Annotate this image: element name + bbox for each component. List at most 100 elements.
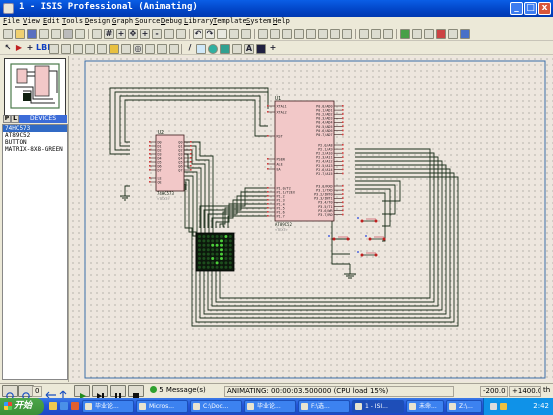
menu-system[interactable]: System xyxy=(246,17,271,25)
text-icon[interactable]: A xyxy=(244,44,254,54)
pan-icon[interactable]: ✥ xyxy=(128,29,138,39)
property-assign-icon[interactable] xyxy=(383,29,393,39)
import-icon[interactable] xyxy=(39,29,49,39)
new-sheet-icon[interactable] xyxy=(400,29,410,39)
junction-icon[interactable]: + xyxy=(25,44,35,54)
pick-from-library-button[interactable]: P xyxy=(3,115,11,123)
terminal-icon[interactable] xyxy=(85,44,95,54)
symbol-icon[interactable] xyxy=(256,44,266,54)
redo-icon[interactable]: ↷ xyxy=(205,29,215,39)
voltage-probe-icon[interactable] xyxy=(145,44,155,54)
taskbar-item[interactable]: 1 - ISI... xyxy=(352,400,404,413)
push-button[interactable] xyxy=(357,217,378,223)
marker-icon[interactable]: + xyxy=(268,44,278,54)
menu-graph[interactable]: Graph xyxy=(112,17,133,25)
step-button[interactable] xyxy=(92,385,108,399)
block-delete-icon[interactable] xyxy=(294,29,304,39)
make-device-icon[interactable] xyxy=(318,29,328,39)
paste-icon[interactable] xyxy=(241,29,251,39)
copy-icon[interactable] xyxy=(229,29,239,39)
schematic-canvas[interactable]: U2 74HC573 <TEXT> D0 D1 D2 D3 D4 D5 D6 D7 LE OE Q0… xyxy=(70,56,553,382)
graph-icon[interactable] xyxy=(109,44,119,54)
arc-icon[interactable] xyxy=(220,44,230,54)
zoom-out-icon[interactable]: - xyxy=(152,29,162,39)
overview-window[interactable] xyxy=(4,58,66,116)
device-item[interactable]: BUTTON xyxy=(3,139,67,146)
device-item[interactable]: AT89C52 xyxy=(3,132,67,139)
pin-icon[interactable] xyxy=(97,44,107,54)
taskbar-item[interactable]: C:\Doc... xyxy=(190,400,242,413)
new-icon[interactable] xyxy=(3,29,13,39)
push-button[interactable] xyxy=(357,251,378,257)
menu-help[interactable]: Help xyxy=(273,17,290,25)
line-icon[interactable]: / xyxy=(185,44,195,54)
tape-icon[interactable] xyxy=(121,44,131,54)
current-probe-icon[interactable] xyxy=(157,44,167,54)
close-button[interactable]: x xyxy=(538,2,551,15)
menu-design[interactable]: Design xyxy=(85,17,110,25)
wire-autorouter-icon[interactable] xyxy=(359,29,369,39)
device-item[interactable]: 74HC573 xyxy=(3,125,67,132)
zoom-in-icon[interactable]: + xyxy=(140,29,150,39)
undo-icon[interactable]: ↶ xyxy=(193,29,203,39)
pause-button[interactable] xyxy=(110,385,126,399)
open-icon[interactable] xyxy=(15,29,25,39)
messages-indicator[interactable]: 5 Message(s) xyxy=(148,386,222,397)
menu-source[interactable]: Source xyxy=(135,17,160,25)
menu-file[interactable]: File xyxy=(3,17,20,25)
zoom-all-icon[interactable] xyxy=(164,29,174,39)
menu-library[interactable]: Library xyxy=(184,17,214,25)
device-item[interactable]: MATRIX-8X8-GREEN xyxy=(3,146,67,153)
maximize-button[interactable]: □ xyxy=(524,2,537,15)
zoom-area-icon[interactable] xyxy=(176,29,186,39)
quicklaunch-icon[interactable] xyxy=(71,402,79,410)
pick-device-icon[interactable] xyxy=(306,29,316,39)
rotate-ccw-button[interactable] xyxy=(2,385,18,400)
packaging-icon[interactable] xyxy=(330,29,340,39)
box-icon[interactable] xyxy=(196,44,206,54)
taskbar-item[interactable]: 毕业论... xyxy=(244,400,296,413)
export-icon[interactable] xyxy=(51,29,61,39)
path-icon[interactable] xyxy=(232,44,242,54)
search-tag-icon[interactable] xyxy=(371,29,381,39)
rotation-field[interactable]: 0 xyxy=(32,386,42,397)
exit-parent-icon[interactable] xyxy=(424,29,434,39)
origin-icon[interactable]: + xyxy=(116,29,126,39)
virtual-instrument-icon[interactable] xyxy=(169,44,179,54)
save-icon[interactable] xyxy=(27,29,37,39)
stop-button[interactable] xyxy=(128,385,144,399)
play-button[interactable] xyxy=(74,385,90,399)
menu-view[interactable]: View xyxy=(23,17,40,25)
decompose-icon[interactable] xyxy=(342,29,352,39)
cut-icon[interactable] xyxy=(217,29,227,39)
quicklaunch-icon[interactable] xyxy=(49,402,57,410)
wire-label-icon[interactable]: LBL xyxy=(36,44,52,54)
push-button[interactable] xyxy=(365,235,386,241)
block-rotate-icon[interactable] xyxy=(282,29,292,39)
text-script-icon[interactable] xyxy=(49,44,59,54)
start-button[interactable]: 开始 xyxy=(0,398,44,415)
minimize-button[interactable]: _ xyxy=(510,2,523,15)
menu-debug[interactable]: Debug xyxy=(161,17,182,25)
generator-icon[interactable]: ◎ xyxy=(133,44,143,54)
menu-template[interactable]: Template xyxy=(213,17,247,25)
redraw-icon[interactable] xyxy=(92,29,102,39)
grid-icon[interactable]: # xyxy=(104,29,114,39)
bus-icon[interactable] xyxy=(61,44,71,54)
taskbar-item[interactable]: F:\选... xyxy=(298,400,350,413)
tray-icon[interactable] xyxy=(500,403,507,410)
area-icon[interactable] xyxy=(75,29,85,39)
taskbar-item[interactable]: 毕业论... xyxy=(82,400,134,413)
block-copy-icon[interactable] xyxy=(258,29,268,39)
menu-tools[interactable]: Tools xyxy=(62,17,83,25)
remove-sheet-icon[interactable] xyxy=(412,29,422,39)
app-icon[interactable] xyxy=(3,3,14,14)
taskbar-item[interactable]: Z:\... xyxy=(446,400,482,413)
print-icon[interactable] xyxy=(63,29,73,39)
taskbar-item[interactable]: Micros... xyxy=(136,400,188,413)
bill-of-materials-icon[interactable] xyxy=(436,29,446,39)
tray-icon[interactable] xyxy=(490,403,497,410)
block-move-icon[interactable] xyxy=(270,29,280,39)
netlist-to-ares-icon[interactable] xyxy=(460,29,470,39)
component-mode-icon[interactable]: ▶ xyxy=(14,44,24,54)
